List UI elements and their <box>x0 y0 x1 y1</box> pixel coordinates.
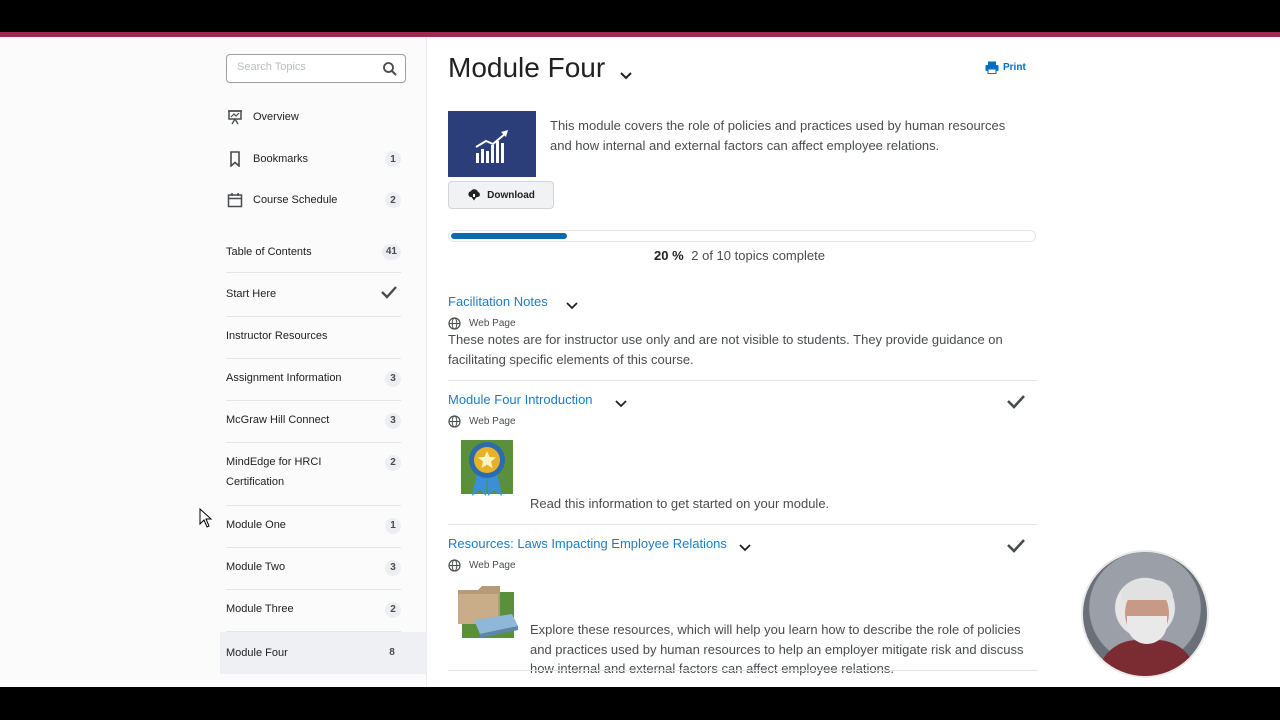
count-badge: 2 <box>385 602 401 618</box>
check-icon <box>1007 539 1025 553</box>
topic-type-label: Web Page <box>469 318 516 329</box>
sidebar-item-module-one[interactable]: Module One 1 <box>226 506 401 548</box>
divider <box>448 670 1038 671</box>
sidebar-item-label: Start Here <box>226 288 277 300</box>
bookmark-icon <box>226 150 244 168</box>
progress-summary: 20 % 2 of 10 topics complete <box>654 248 825 263</box>
topic-type: Web Page <box>448 559 516 572</box>
download-label: Download <box>487 189 535 201</box>
video-top-bar <box>0 0 1280 32</box>
topic-type-label: Web Page <box>469 560 516 571</box>
topic-item: Facilitation Notes Web Page These notes … <box>448 294 1038 374</box>
search-input[interactable] <box>237 61 377 73</box>
divider <box>448 380 1038 381</box>
count-badge: 2 <box>385 455 401 471</box>
topic-link[interactable]: Module Four Introduction <box>448 392 593 407</box>
count-badge: 8 <box>389 647 395 658</box>
chevron-down-icon[interactable] <box>566 302 578 310</box>
growth-chart-icon <box>475 130 508 163</box>
count-badge: 3 <box>385 371 401 387</box>
folder-book-icon <box>458 586 518 638</box>
topic-item: Module Four Introduction Web Page Read t… <box>448 392 1038 522</box>
presentation-icon <box>226 108 244 126</box>
sidebar-item-mcgraw-hill-connect[interactable]: McGraw Hill Connect 3 <box>226 401 401 443</box>
topic-link[interactable]: Resources: Laws Impacting Employee Relat… <box>448 536 727 551</box>
topic-link[interactable]: Facilitation Notes <box>448 294 548 309</box>
sidebar-item-label: Instructor Resources <box>226 330 328 342</box>
sidebar-item-label: Module Four <box>226 647 288 659</box>
sidebar-item-label: Module Two <box>226 561 286 573</box>
topic-description: These notes are for instructor use only … <box>448 332 1003 367</box>
globe-icon <box>448 415 461 428</box>
print-label: Print <box>1003 62 1026 73</box>
sidebar-item-label: McGraw Hill Connect <box>226 414 330 426</box>
chevron-down-icon[interactable] <box>615 400 627 408</box>
count-badge: 1 <box>385 151 401 167</box>
divider <box>448 524 1038 525</box>
print-button[interactable]: Print <box>985 61 1026 74</box>
sidebar-item-module-three[interactable]: Module Three 2 <box>226 590 401 632</box>
sidebar-item-start-here[interactable]: Start Here <box>226 275 401 317</box>
sidebar: Overview Bookmarks 1 Course Schedule 2 T… <box>0 37 427 687</box>
topic-description: Read this information to get started on … <box>530 496 830 511</box>
sidebar-item-overview[interactable]: Overview <box>226 106 401 128</box>
check-icon <box>381 286 397 299</box>
topic-type-label: Web Page <box>469 416 516 427</box>
award-ribbon-icon <box>461 440 513 496</box>
module-content: Module Four Print This module covers the… <box>448 37 1038 687</box>
count-badge: 41 <box>381 244 401 260</box>
globe-icon <box>448 559 461 572</box>
topic-type: Web Page <box>448 317 516 330</box>
module-image <box>448 111 536 177</box>
count-badge: 3 <box>385 560 401 576</box>
sidebar-item-label: Module One <box>226 519 286 531</box>
count-badge: 2 <box>385 192 401 208</box>
sidebar-item-label: Course Schedule <box>253 194 338 206</box>
count-badge: 1 <box>385 518 401 534</box>
progress-fill <box>451 233 568 239</box>
chevron-down-icon[interactable] <box>739 544 751 552</box>
sidebar-item-table-of-contents[interactable]: Table of Contents 41 <box>226 239 401 273</box>
progress-status: 2 of 10 topics complete <box>691 248 825 263</box>
sidebar-item-label: Overview <box>253 111 299 123</box>
sidebar-item-mindedge[interactable]: MindEdge for HRCI Certification 2 <box>226 443 401 506</box>
sidebar-item-course-schedule[interactable]: Course Schedule 2 <box>226 189 401 211</box>
check-icon <box>1007 395 1025 409</box>
topic-item: Resources: Laws Impacting Employee Relat… <box>448 536 1038 676</box>
sidebar-item-module-two[interactable]: Module Two 3 <box>226 548 401 590</box>
page-title: Module Four <box>448 52 606 83</box>
sidebar-item-label: Table of Contents <box>226 246 312 258</box>
printer-icon <box>985 61 999 74</box>
calendar-icon <box>226 191 244 209</box>
sidebar-item-instructor-resources[interactable]: Instructor Resources <box>226 317 401 359</box>
sidebar-item-label: Module Three <box>226 603 294 615</box>
search-box[interactable] <box>226 54 406 83</box>
sidebar-item-assignment-information[interactable]: Assignment Information 3 <box>226 359 401 401</box>
cloud-download-icon <box>468 189 480 201</box>
count-badge: 3 <box>385 413 401 429</box>
topic-type: Web Page <box>448 415 516 428</box>
sidebar-item-label: Assignment Information <box>226 372 342 384</box>
sidebar-item-bookmarks[interactable]: Bookmarks 1 <box>226 148 401 170</box>
module-description: This module covers the role of policies … <box>550 118 1006 153</box>
chevron-down-icon[interactable] <box>619 71 633 81</box>
sidebar-item-label: MindEdge for HRCI Certification <box>226 456 322 488</box>
sidebar-item-module-four[interactable]: Module Four 8 <box>220 632 426 674</box>
mouse-cursor <box>199 508 213 528</box>
progress-bar <box>448 230 1036 242</box>
video-bottom-bar <box>0 687 1280 720</box>
presenter-webcam <box>1081 550 1209 678</box>
sidebar-item-label: Bookmarks <box>253 153 309 165</box>
search-icon[interactable] <box>382 61 398 77</box>
download-button[interactable]: Download <box>448 181 554 209</box>
globe-icon <box>448 317 461 330</box>
progress-percent: 20 % <box>654 248 684 263</box>
